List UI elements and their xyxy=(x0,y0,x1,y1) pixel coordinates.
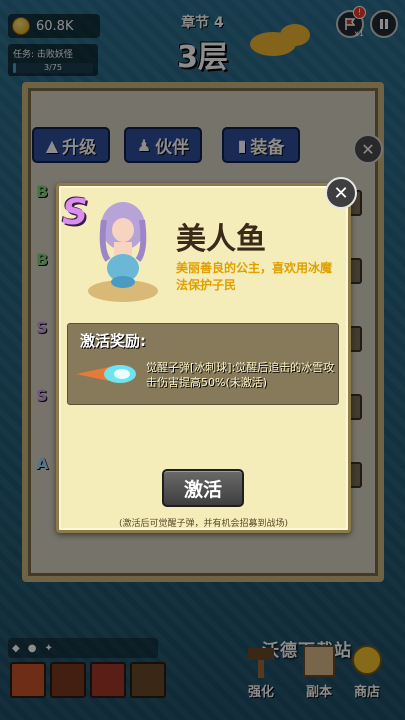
mermaid-sprite-icon xyxy=(99,202,147,288)
activate-label: 激活 xyxy=(183,478,222,501)
hero-description: 美丽善良的公主，喜欢用冰魔法保护子民 xyxy=(176,261,333,292)
modal-close-button[interactable]: ✕ xyxy=(325,177,357,209)
hero-name: 美人鱼 xyxy=(176,222,266,257)
ice-bullet-icon xyxy=(76,365,136,383)
reward-description: 觉醒子弹[冰刺球]:觉醒后追击的冰雪攻击伤害提高50%(未激活) xyxy=(146,361,335,389)
reward-title: 激活奖励: xyxy=(80,332,146,350)
activate-button[interactable]: 激活 xyxy=(162,469,244,507)
close-icon: ✕ xyxy=(333,182,349,204)
rank-badge: S xyxy=(62,192,88,233)
activate-hint: (激活后可觉醒子弹，并有机会招募到战场) xyxy=(118,519,289,529)
